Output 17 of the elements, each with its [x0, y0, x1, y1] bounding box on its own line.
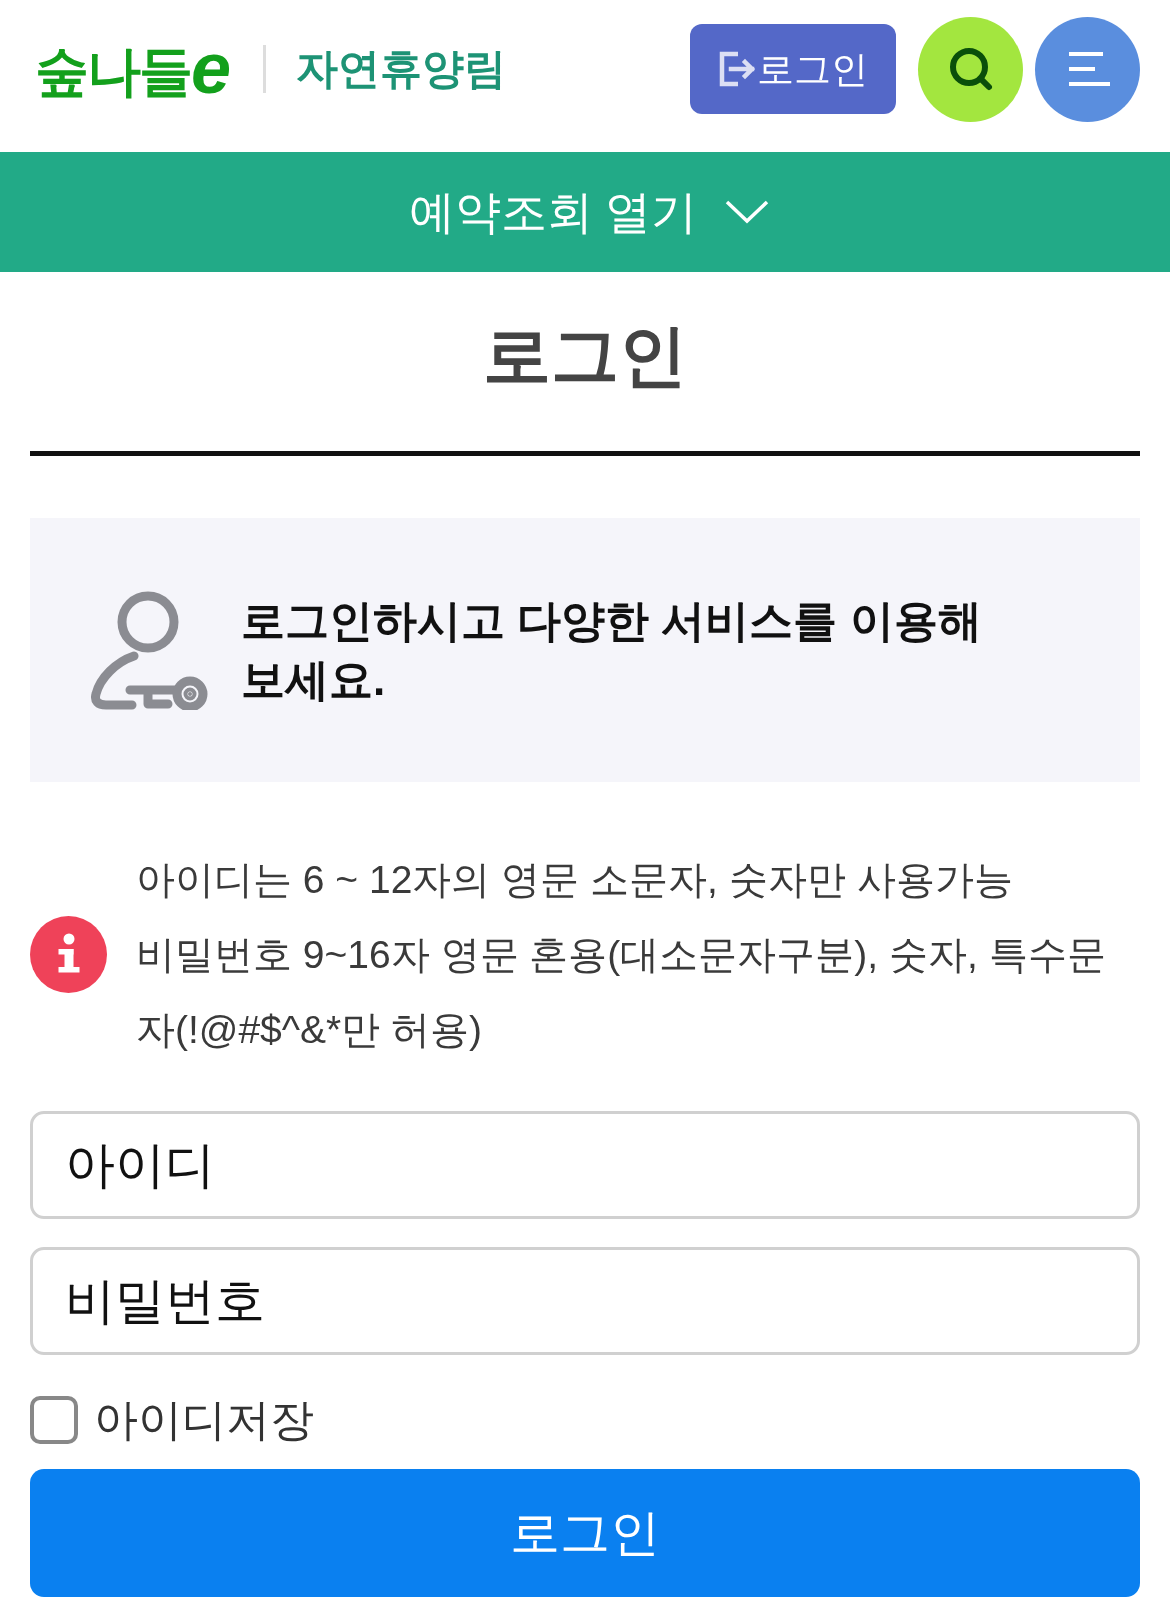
- rule-text: 아이디는 6 ~ 12자의 영문 소문자, 숫자만 사용가능: [136, 857, 1014, 903]
- menu-icon: [1069, 52, 1110, 86]
- reservation-toggle[interactable]: 예약조회 열기: [0, 152, 1170, 272]
- login-icon: [718, 51, 755, 87]
- site-name: 자연휴양림: [296, 48, 507, 90]
- username-field[interactable]: 아이디: [30, 1111, 1140, 1219]
- submit-button[interactable]: 로그인: [30, 1469, 1140, 1597]
- rule-text: 비밀번호 9~16자 영문 혼용(대소문자구분), 숫자, 특수문자(!@#$^&*만 허용): [136, 932, 1107, 1053]
- password-field[interactable]: 비밀번호: [30, 1247, 1140, 1355]
- notice-text: 로그인하시고 다양한 서비스를 이용해 보세요.: [241, 595, 983, 706]
- logo[interactable]: 숲나들e: [35, 40, 232, 98]
- checkbox[interactable]: [30, 1396, 78, 1444]
- user-key-icon: [90, 590, 210, 710]
- remember-id-label[interactable]: 아이디저장: [94, 1398, 314, 1442]
- info-icon: [30, 916, 107, 993]
- page-title: 로그인: [483, 320, 687, 389]
- login-button[interactable]: 로그인: [690, 24, 896, 114]
